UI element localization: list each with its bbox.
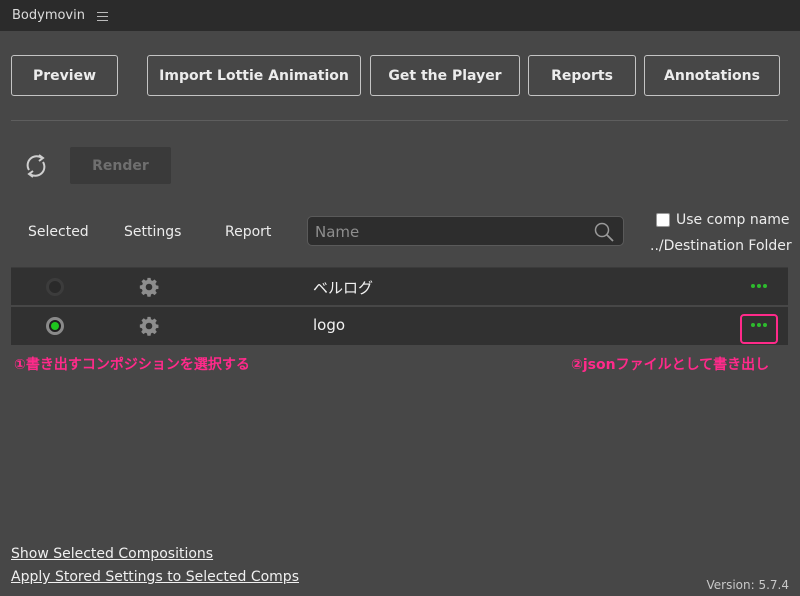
refresh-icon[interactable] — [20, 150, 52, 182]
column-report: Report — [225, 224, 272, 240]
select-radio[interactable] — [46, 317, 64, 335]
import-lottie-button[interactable]: Import Lottie Animation — [147, 55, 361, 96]
search-input[interactable]: Name — [307, 216, 624, 246]
search-placeholder: Name — [315, 223, 360, 241]
render-button[interactable]: Render — [70, 147, 171, 184]
composition-name: ベルログ — [313, 279, 374, 297]
reports-button[interactable]: Reports — [528, 55, 636, 96]
use-comp-name-label: Use comp name — [676, 212, 790, 228]
annotation-highlight-box — [740, 314, 778, 344]
composition-name: logo — [313, 316, 346, 334]
menu-icon[interactable] — [96, 11, 109, 21]
gear-icon[interactable] — [138, 315, 160, 337]
search-icon — [594, 222, 614, 242]
composition-row[interactable]: ベルログ — [11, 267, 788, 305]
destination-folder-link[interactable]: ../Destination Folder — [650, 238, 792, 254]
preview-button[interactable]: Preview — [11, 55, 118, 96]
apply-stored-settings-link[interactable]: Apply Stored Settings to Selected Comps — [11, 569, 299, 585]
annotations-button[interactable]: Annotations — [644, 55, 780, 96]
annotation-select-composition: ①書き出すコンポジションを選択する — [14, 357, 250, 373]
title-bar: Bodymovin — [0, 0, 800, 31]
show-selected-compositions-link[interactable]: Show Selected Compositions — [11, 546, 213, 562]
get-player-button[interactable]: Get the Player — [370, 55, 520, 96]
use-comp-name-checkbox[interactable] — [656, 213, 670, 227]
gear-icon[interactable] — [138, 276, 160, 298]
column-settings: Settings — [124, 224, 182, 240]
column-selected: Selected — [28, 224, 89, 240]
use-comp-name-option[interactable]: Use comp name — [656, 212, 790, 228]
divider — [11, 120, 788, 121]
composition-row[interactable]: logo — [11, 307, 788, 345]
version-label: Version: 5.7.4 — [706, 578, 789, 592]
panel-title: Bodymovin — [12, 8, 85, 23]
more-icon[interactable] — [751, 284, 767, 288]
annotation-export-json: ②jsonファイルとして書き出し — [571, 357, 770, 373]
select-radio[interactable] — [46, 278, 64, 296]
